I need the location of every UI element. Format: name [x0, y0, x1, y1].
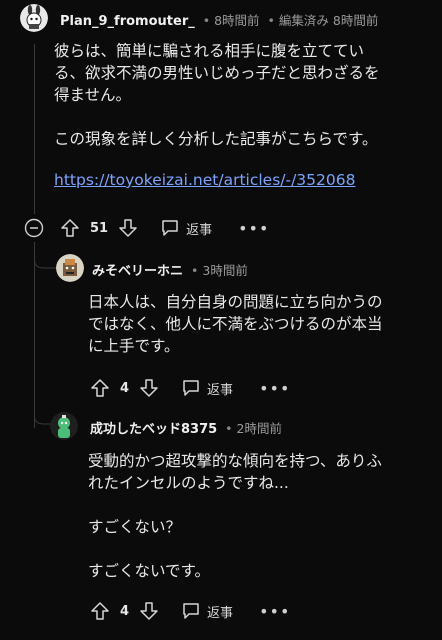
avatar-misoberry[interactable]: [56, 254, 84, 282]
comment-line: すごくない？: [88, 518, 182, 536]
edited-label: 編集済み 8時間前: [278, 13, 379, 28]
comment-bubble-icon: [183, 380, 199, 396]
comment-bubble-icon: [183, 603, 199, 619]
vote-count: 4: [120, 603, 130, 619]
downvote-icon[interactable]: [139, 378, 159, 398]
vote-count: 4: [120, 380, 130, 396]
comment-2-body: 日本人は、自分自身の問題に立ち向かうの ではなく、他人に不満をぶつけるのが本当 …: [88, 291, 438, 357]
comment-line: 日本人は、自分自身の問題に立ち向かうの: [88, 293, 383, 311]
comment-2-actions: 4 返事 •••: [90, 376, 290, 400]
comment-line: れたインセルのようですね...: [88, 474, 289, 492]
comment-line: すごくないです。: [88, 562, 210, 580]
reply-label: 返事: [207, 605, 234, 621]
vote-count: 51: [90, 220, 109, 236]
comment-line: 得ません。: [54, 86, 132, 104]
comment-1-actions: 51 返事 •••: [24, 216, 269, 240]
comment-line: ではなく、他人に不満をぶつけるのが本当: [88, 315, 383, 333]
comment-line: 受動的かつ超攻撃的な傾向を持つ、ありふ: [88, 452, 382, 470]
username[interactable]: 成功したベッド8375: [90, 422, 217, 437]
comment-line: この現象を詳しく分析した記事がこちらです。: [54, 130, 378, 148]
timestamp: 2時間前: [236, 421, 282, 436]
downvote-icon[interactable]: [118, 218, 138, 238]
thread-line-main: [34, 44, 35, 214]
comment-2-meta: みそベリーホニ • 3時間前: [92, 263, 248, 279]
username[interactable]: Plan_9_fromouter_: [60, 14, 195, 29]
avatar-seikou[interactable]: [50, 412, 78, 440]
username[interactable]: みそベリーホニ: [92, 264, 183, 279]
downvote-icon[interactable]: [139, 601, 159, 621]
collapse-icon[interactable]: [24, 218, 44, 238]
reply-button[interactable]: 返事: [181, 601, 233, 621]
comment-line: に上手です。: [88, 337, 180, 355]
comment-3-meta: 成功したベッド8375 • 2時間前: [90, 421, 282, 437]
avatar-plan9[interactable]: [20, 4, 48, 32]
comment-1-body: 彼らは、簡単に騙される相手に腹を立ててい る、欲求不満の男性いじめっ子だと思わざ…: [54, 40, 434, 191]
article-link[interactable]: https://toyokeizai.net/articles/-/352068: [54, 171, 355, 189]
more-options-icon[interactable]: •••: [259, 379, 290, 398]
comment-3-actions: 4 返事 •••: [90, 599, 290, 623]
reply-button[interactable]: 返事: [160, 218, 212, 238]
upvote-icon[interactable]: [90, 378, 110, 398]
reply-button[interactable]: 返事: [181, 378, 233, 398]
reply-label: 返事: [207, 382, 234, 398]
upvote-icon[interactable]: [60, 218, 80, 238]
comment-1-meta: Plan_9_fromouter_ • 8時間前 • 編集済み 8時間前: [60, 13, 379, 29]
timestamp: 3時間前: [202, 263, 248, 278]
more-options-icon[interactable]: •••: [259, 602, 290, 621]
comment-3-body: 受動的かつ超攻撃的な傾向を持つ、ありふ れたインセルのようですね... すごくな…: [88, 450, 438, 582]
comment-line: 彼らは、簡単に騙される相手に腹を立ててい: [54, 42, 365, 60]
reply-label: 返事: [186, 222, 213, 238]
timestamp: 8時間前: [214, 13, 260, 28]
more-options-icon[interactable]: •••: [238, 219, 269, 238]
upvote-icon[interactable]: [90, 601, 110, 621]
comment-bubble-icon: [162, 220, 178, 236]
comment-line: る、欲求不満の男性いじめっ子だと思わざるを: [54, 64, 380, 82]
